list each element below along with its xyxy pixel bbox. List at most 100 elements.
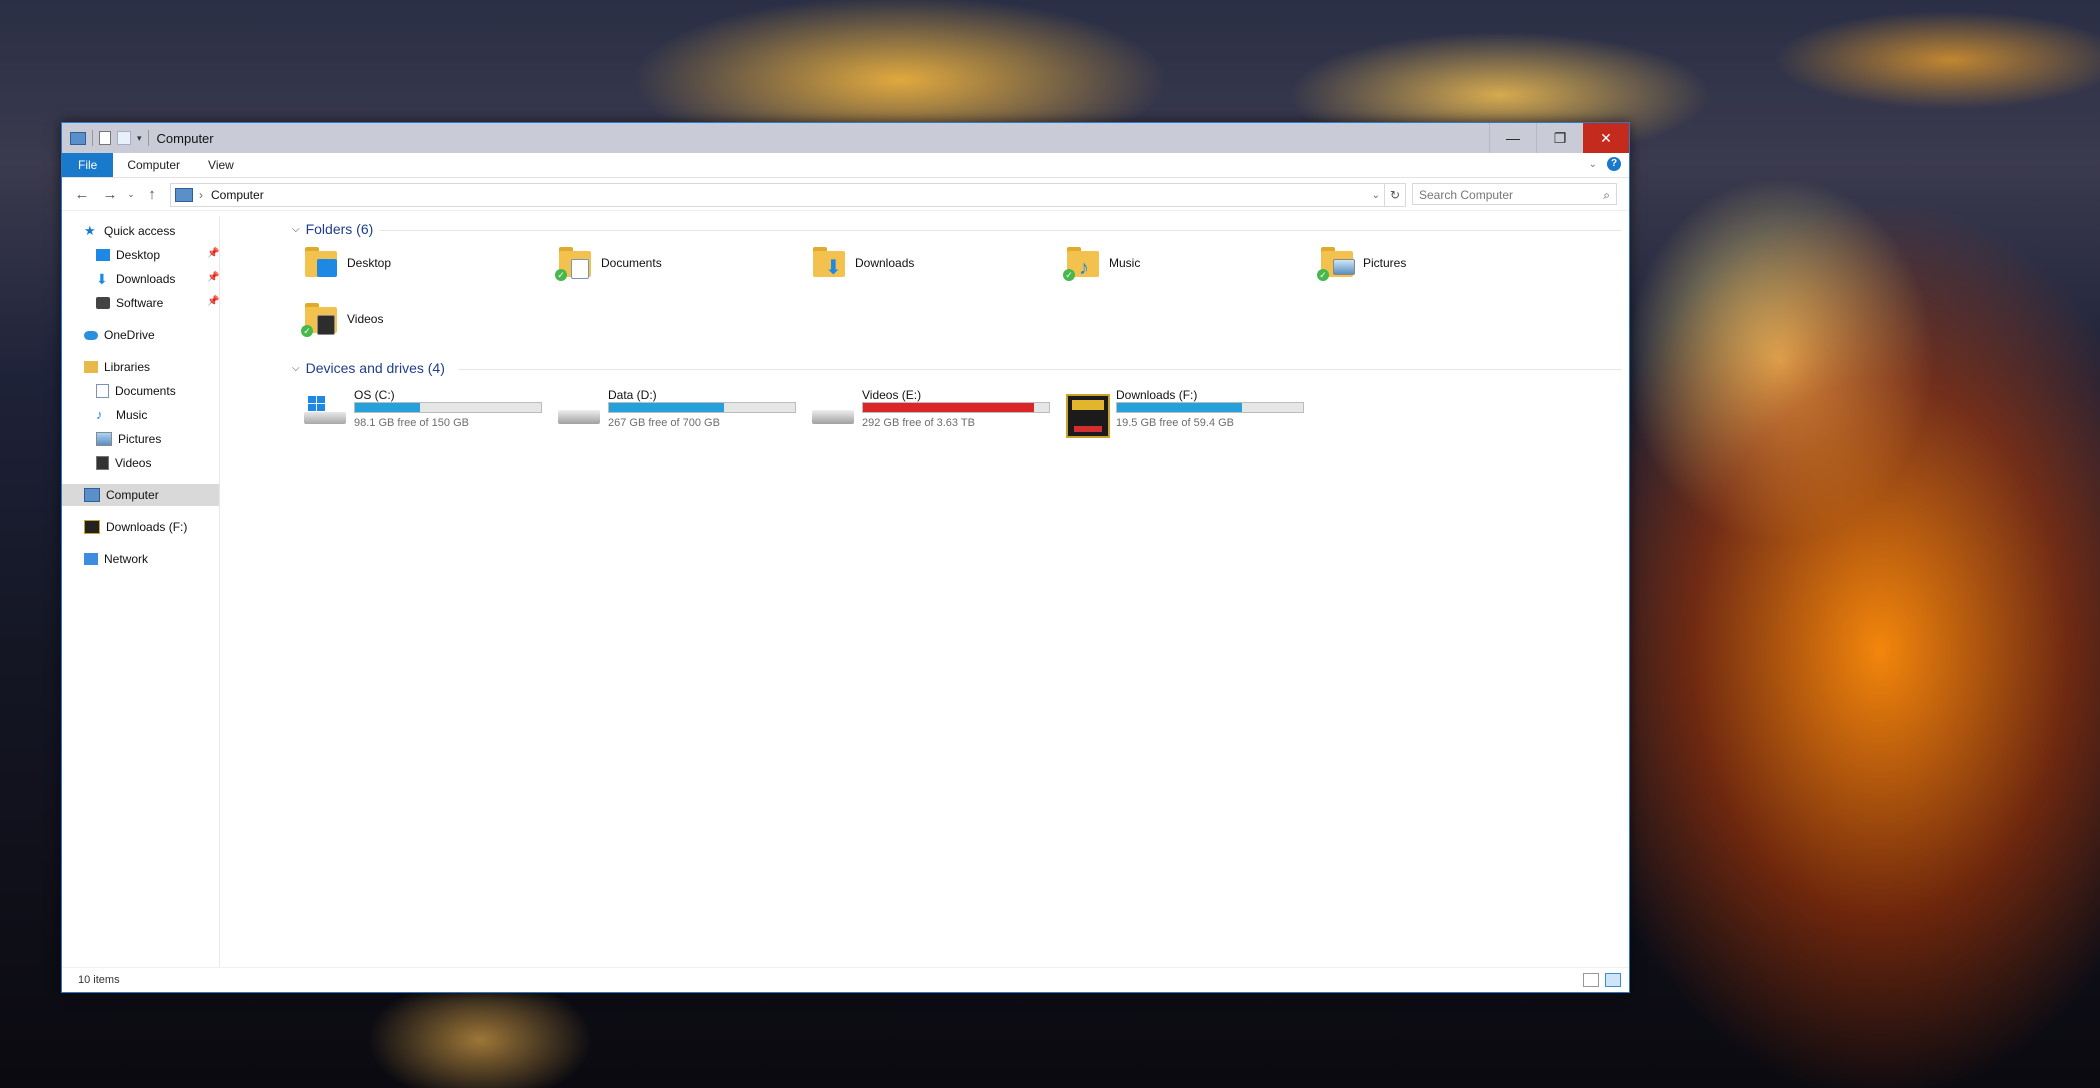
folder-documents[interactable]: ✓ Documents bbox=[555, 241, 662, 285]
videos-icon bbox=[96, 456, 109, 470]
folder-icon: ⬇ bbox=[811, 245, 847, 281]
music-icon: ♪ bbox=[1079, 257, 1089, 279]
sidebar-item-pictures[interactable]: Pictures bbox=[96, 428, 161, 450]
collapse-chevron-icon[interactable]: ⌵ bbox=[292, 363, 300, 374]
sync-check-icon: ✓ bbox=[301, 325, 313, 337]
folder-icon: ✓ bbox=[301, 301, 339, 337]
toolbar-separator bbox=[92, 130, 93, 146]
library-icon bbox=[84, 361, 98, 373]
pin-icon[interactable]: 📌 bbox=[207, 272, 219, 283]
back-button[interactable]: ← bbox=[68, 186, 96, 203]
sidebar-item-desktop[interactable]: Desktop bbox=[96, 244, 160, 266]
drive-c[interactable]: OS (C:) 98.1 GB free of 150 GB bbox=[304, 386, 554, 434]
sidebar-item-downloads-f[interactable]: Downloads (F:) bbox=[84, 516, 187, 538]
navigation-bar: ← → ⌄ ↑ › Computer ⌄ ↻ Search Computer ⌕ bbox=[62, 178, 1629, 211]
pin-icon[interactable]: 📌 bbox=[207, 296, 219, 307]
drive-usage-bar bbox=[862, 402, 1050, 413]
expand-ribbon-icon[interactable]: ⌄ bbox=[1589, 159, 1597, 170]
minimize-button[interactable]: — bbox=[1489, 123, 1536, 153]
refresh-button[interactable]: ↻ bbox=[1384, 183, 1406, 207]
toolbar-separator bbox=[147, 130, 149, 146]
cloud-icon bbox=[84, 330, 98, 340]
recent-locations-button[interactable]: ⌄ bbox=[124, 189, 138, 200]
windows-drive-icon bbox=[304, 396, 348, 426]
folder-icon: ✓ bbox=[1317, 245, 1355, 281]
breadcrumb-computer[interactable]: Computer bbox=[211, 188, 264, 202]
music-icon: ♪ bbox=[96, 407, 103, 422]
details-view-icon[interactable] bbox=[1583, 973, 1599, 987]
desktop-icon bbox=[317, 259, 337, 277]
sidebar-item-computer[interactable]: Computer bbox=[62, 484, 219, 506]
documents-icon bbox=[571, 259, 589, 279]
window-title: Computer bbox=[156, 130, 214, 146]
sidebar-item-quick-access[interactable]: ★ Quick access bbox=[84, 220, 175, 242]
desktop-icon bbox=[96, 249, 110, 261]
sidebar-item-software[interactable]: Software bbox=[96, 292, 163, 314]
sidebar-item-onedrive[interactable]: OneDrive bbox=[84, 324, 155, 346]
hard-drive-icon bbox=[558, 396, 602, 426]
folder-icon: ♪ ✓ bbox=[1063, 245, 1101, 281]
drive-usage-bar bbox=[608, 402, 796, 413]
explorer-window: ▾ Computer — ❐ ✕ File Computer View ⌄ ? … bbox=[61, 122, 1630, 993]
search-icon[interactable]: ⌕ bbox=[1603, 184, 1610, 206]
pictures-icon bbox=[1333, 259, 1355, 275]
downloads-icon: ⬇ bbox=[825, 257, 842, 279]
software-icon bbox=[96, 297, 110, 309]
maximize-button[interactable]: ❐ bbox=[1536, 123, 1583, 153]
up-button[interactable]: ↑ bbox=[138, 186, 166, 203]
computer-icon bbox=[84, 488, 100, 502]
drive-f[interactable]: Downloads (F:) 19.5 GB free of 59.4 GB bbox=[1066, 386, 1316, 438]
group-divider bbox=[380, 230, 1621, 231]
navigation-pane: ★ Quick access Desktop 📌 ⬇ Downloads 📌 S… bbox=[62, 216, 220, 968]
tab-computer[interactable]: Computer bbox=[113, 153, 194, 177]
forward-button[interactable]: → bbox=[96, 186, 124, 203]
item-count: 10 items bbox=[78, 974, 120, 986]
sync-check-icon: ✓ bbox=[1317, 269, 1329, 281]
sidebar-item-music[interactable]: ♪ Music bbox=[96, 404, 147, 426]
folder-icon: ✓ bbox=[555, 245, 593, 281]
sidebar-item-videos[interactable]: Videos bbox=[96, 452, 151, 474]
tab-file[interactable]: File bbox=[62, 153, 114, 177]
folder-desktop[interactable]: Desktop bbox=[303, 241, 391, 285]
sdcard-icon bbox=[1066, 394, 1110, 438]
sidebar-item-network[interactable]: Network bbox=[84, 548, 148, 570]
folder-icon bbox=[303, 245, 339, 281]
drive-d[interactable]: Data (D:) 267 GB free of 700 GB bbox=[558, 386, 808, 434]
help-icon[interactable]: ? bbox=[1607, 157, 1621, 171]
breadcrumb-chevron-icon[interactable]: › bbox=[199, 188, 203, 202]
pictures-icon bbox=[96, 432, 112, 446]
drive-usage-bar bbox=[1116, 402, 1304, 413]
search-placeholder: Search Computer bbox=[1419, 188, 1514, 202]
drives-group-header[interactable]: ⌵ Devices and drives (4) bbox=[292, 360, 445, 376]
status-bar: 10 items bbox=[62, 967, 1629, 992]
close-button[interactable]: ✕ bbox=[1583, 123, 1629, 153]
drive-usage-bar bbox=[354, 402, 542, 413]
sidebar-item-documents[interactable]: Documents bbox=[96, 380, 176, 402]
large-icons-view-icon[interactable] bbox=[1605, 973, 1621, 987]
new-folder-icon[interactable] bbox=[117, 131, 131, 145]
collapse-chevron-icon[interactable]: ⌵ bbox=[292, 224, 300, 235]
drive-e[interactable]: Videos (E:) 292 GB free of 3.63 TB bbox=[812, 386, 1062, 434]
sdcard-icon bbox=[84, 520, 100, 534]
address-dropdown-icon[interactable]: ⌄ bbox=[1372, 190, 1380, 201]
folder-music[interactable]: ♪ ✓ Music bbox=[1063, 241, 1140, 285]
tab-view[interactable]: View bbox=[194, 153, 248, 177]
pin-icon[interactable]: 📌 bbox=[207, 248, 219, 259]
documents-icon bbox=[96, 384, 109, 398]
folder-pictures[interactable]: ✓ Pictures bbox=[1317, 241, 1406, 285]
search-input[interactable]: Search Computer ⌕ bbox=[1412, 183, 1617, 205]
properties-icon[interactable] bbox=[99, 131, 111, 145]
customize-toolbar-icon[interactable]: ▾ bbox=[137, 133, 142, 144]
folders-group-header[interactable]: ⌵ Folders (6) bbox=[292, 221, 373, 237]
title-bar[interactable]: ▾ Computer — ❐ ✕ bbox=[62, 123, 1629, 153]
computer-icon bbox=[70, 131, 86, 145]
folder-downloads[interactable]: ⬇ Downloads bbox=[811, 241, 914, 285]
content-pane: ⌵ Folders (6) Desktop ✓ Documents ⬇ Down… bbox=[230, 216, 1629, 968]
folder-videos[interactable]: ✓ Videos bbox=[301, 297, 383, 341]
videos-icon bbox=[317, 315, 335, 335]
ribbon-tabs: File Computer View ⌄ ? bbox=[62, 153, 1629, 178]
address-bar[interactable]: › Computer ⌄ bbox=[170, 183, 1385, 207]
group-divider bbox=[458, 369, 1621, 370]
sidebar-item-downloads[interactable]: ⬇ Downloads bbox=[96, 268, 175, 290]
sidebar-item-libraries[interactable]: Libraries bbox=[84, 356, 150, 378]
